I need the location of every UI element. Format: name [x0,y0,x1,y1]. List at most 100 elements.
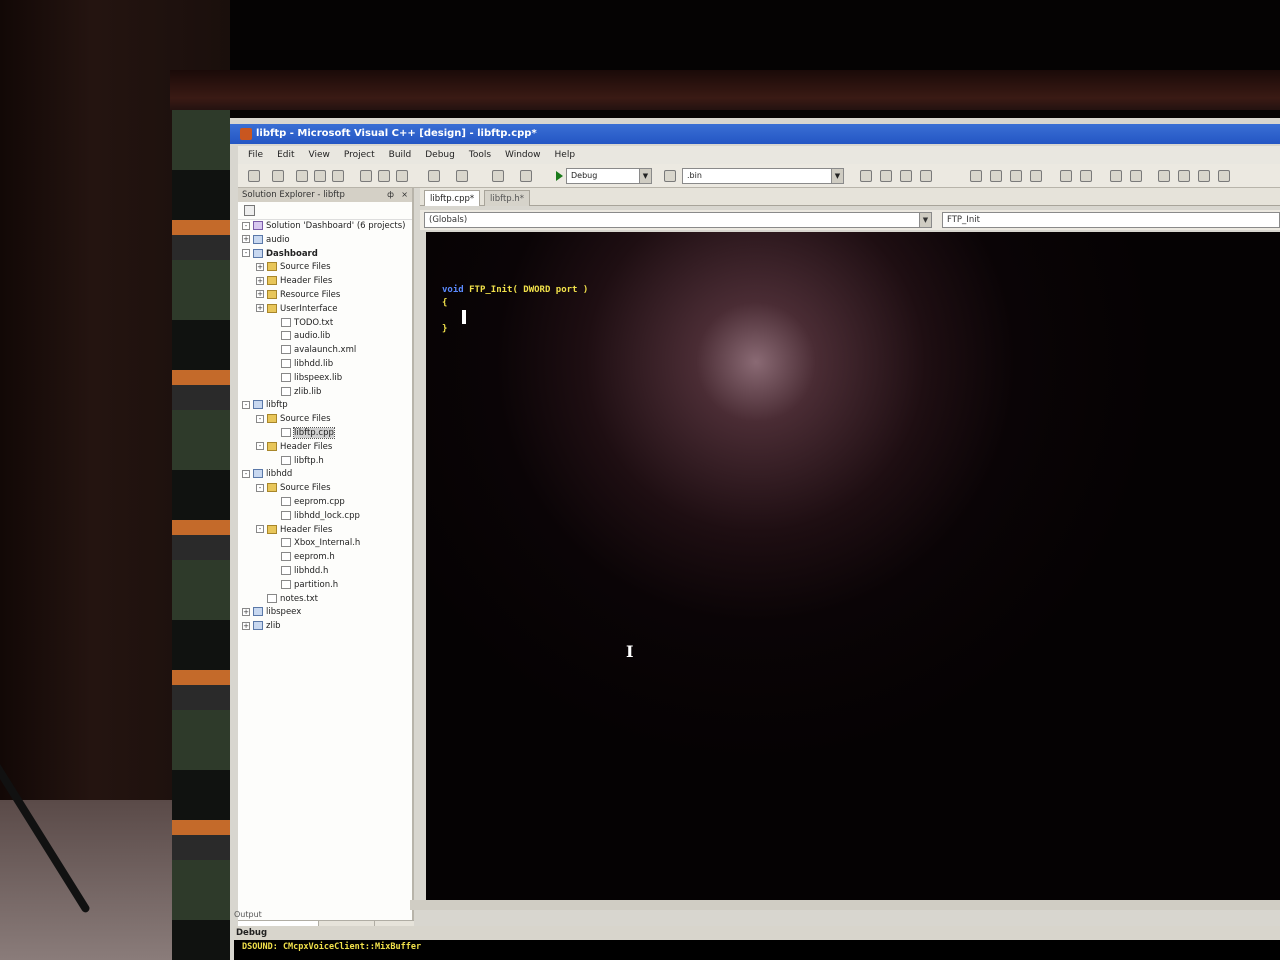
menu-view[interactable]: View [309,150,330,160]
toggle-bookmark-icon[interactable] [1158,170,1170,182]
collapse-icon[interactable]: - [256,525,264,534]
tree-item[interactable]: - Header Files [238,441,412,455]
tree-item[interactable]: libhdd.lib [238,358,412,372]
tree-item[interactable]: libhdd_lock.cpp [238,510,412,524]
comment-lines-icon[interactable] [1110,170,1122,182]
expand-icon[interactable]: + [242,607,250,616]
find-combo[interactable]: .bin ▼ [682,168,844,184]
previous-bookmark-icon[interactable] [1198,170,1210,182]
find-in-files-icon[interactable] [664,170,676,182]
next-bookmark-icon[interactable] [1178,170,1190,182]
collapse-icon[interactable]: - [242,221,250,230]
horizontal-scrollbar[interactable] [410,900,1280,910]
collapse-icon[interactable]: - [256,442,264,451]
menu-edit[interactable]: Edit [277,150,294,160]
collapse-icon[interactable]: - [242,469,250,478]
solution-explorer-icon[interactable] [860,170,872,182]
open-file-icon[interactable] [296,170,308,182]
display-object-member-list-icon[interactable] [970,170,982,182]
menu-window[interactable]: Window [505,150,541,160]
tree-item[interactable]: libftp.cpp [238,426,412,441]
collapse-icon[interactable]: - [242,400,250,409]
menu-file[interactable]: File [248,150,263,160]
cut-icon[interactable] [360,170,372,182]
code-editor[interactable]: void FTP_Init( DWORD port ) { } I [426,232,1280,902]
collapse-icon[interactable]: - [242,249,250,258]
tree-item[interactable]: TODO.txt [238,317,412,331]
tab-libftp-cpp[interactable]: libftp.cpp* [424,190,481,206]
chevron-down-icon[interactable]: ▼ [831,169,843,183]
tree-item[interactable]: + Source Files [238,261,412,275]
scope-combo[interactable]: (Globals) ▼ [424,212,932,228]
tree-item[interactable]: libhdd.h [238,565,412,579]
expand-icon[interactable]: + [256,262,264,271]
start-debug-icon[interactable] [556,171,563,181]
tree-item[interactable]: - Source Files [238,482,412,496]
pin-icon[interactable]: ф [387,188,394,202]
paste-icon[interactable] [396,170,408,182]
navigate-forward-icon[interactable] [520,170,532,182]
tree-item[interactable]: libftp.h [238,455,412,469]
redo-icon[interactable] [456,170,468,182]
tab-libftp-h[interactable]: libftp.h* [484,190,531,206]
tree-item[interactable]: + UserInterface [238,303,412,317]
tree-item[interactable]: - Dashboard [238,248,412,262]
member-combo[interactable]: FTP_Init [942,212,1280,228]
solution-config-combo[interactable]: Debug ▼ [566,168,652,184]
quick-info-icon[interactable] [1010,170,1022,182]
chevron-down-icon[interactable]: ▼ [639,169,651,183]
tree-item[interactable]: - libhdd [238,468,412,482]
clear-bookmarks-icon[interactable] [1218,170,1230,182]
tree-item[interactable]: Xbox_Internal.h [238,537,412,551]
collapse-icon[interactable]: - [256,414,264,423]
class-view-icon[interactable] [920,170,932,182]
tree-item[interactable]: zlib.lib [238,386,412,400]
save-all-icon[interactable] [332,170,344,182]
tree-item[interactable]: + Header Files [238,275,412,289]
menu-help[interactable]: Help [555,150,576,160]
menu-debug[interactable]: Debug [425,150,455,160]
increase-indent-icon[interactable] [1080,170,1092,182]
tree-item[interactable]: partition.h [238,579,412,593]
expand-icon[interactable]: + [242,235,250,244]
add-item-icon[interactable] [272,170,284,182]
new-project-icon[interactable] [248,170,260,182]
tree-item[interactable]: + libspeex [238,606,412,620]
tree-item[interactable]: + zlib [238,620,412,634]
uncomment-lines-icon[interactable] [1130,170,1142,182]
chevron-down-icon[interactable]: ▼ [919,213,931,227]
tree-item[interactable]: avalaunch.xml [238,344,412,358]
expand-icon[interactable]: + [256,304,264,313]
tree-item[interactable]: - Source Files [238,413,412,427]
expand-icon[interactable]: + [256,276,264,285]
file-icon [281,317,291,327]
tree-item[interactable]: eeprom.cpp [238,496,412,510]
decrease-indent-icon[interactable] [1060,170,1072,182]
tree-item[interactable]: notes.txt [238,593,412,607]
menu-build[interactable]: Build [389,150,412,160]
expand-icon[interactable]: + [256,290,264,299]
expand-icon[interactable]: + [242,621,250,630]
tree-item[interactable]: - Header Files [238,524,412,538]
undo-icon[interactable] [428,170,440,182]
tree-item[interactable]: libspeex.lib [238,372,412,386]
navigate-backward-icon[interactable] [492,170,504,182]
close-icon[interactable]: × [401,188,408,202]
tree-item[interactable]: - Solution 'Dashboard' (6 projects) [238,220,412,234]
complete-word-icon[interactable] [1030,170,1042,182]
copy-icon[interactable] [378,170,390,182]
tree-item[interactable]: + Resource Files [238,289,412,303]
properties-icon[interactable] [244,205,255,216]
tree-item[interactable]: - libftp [238,399,412,413]
tree-item[interactable]: eeprom.h [238,551,412,565]
collapse-icon[interactable]: - [256,483,264,492]
window-title-bar[interactable]: libftp - Microsoft Visual C++ [design] -… [230,124,1280,144]
toolbox-icon[interactable] [900,170,912,182]
properties-window-icon[interactable] [880,170,892,182]
menu-tools[interactable]: Tools [469,150,491,160]
tree-item[interactable]: + audio [238,234,412,248]
menu-project[interactable]: Project [344,150,375,160]
save-icon[interactable] [314,170,326,182]
parameter-info-icon[interactable] [990,170,1002,182]
tree-item[interactable]: audio.lib [238,330,412,344]
